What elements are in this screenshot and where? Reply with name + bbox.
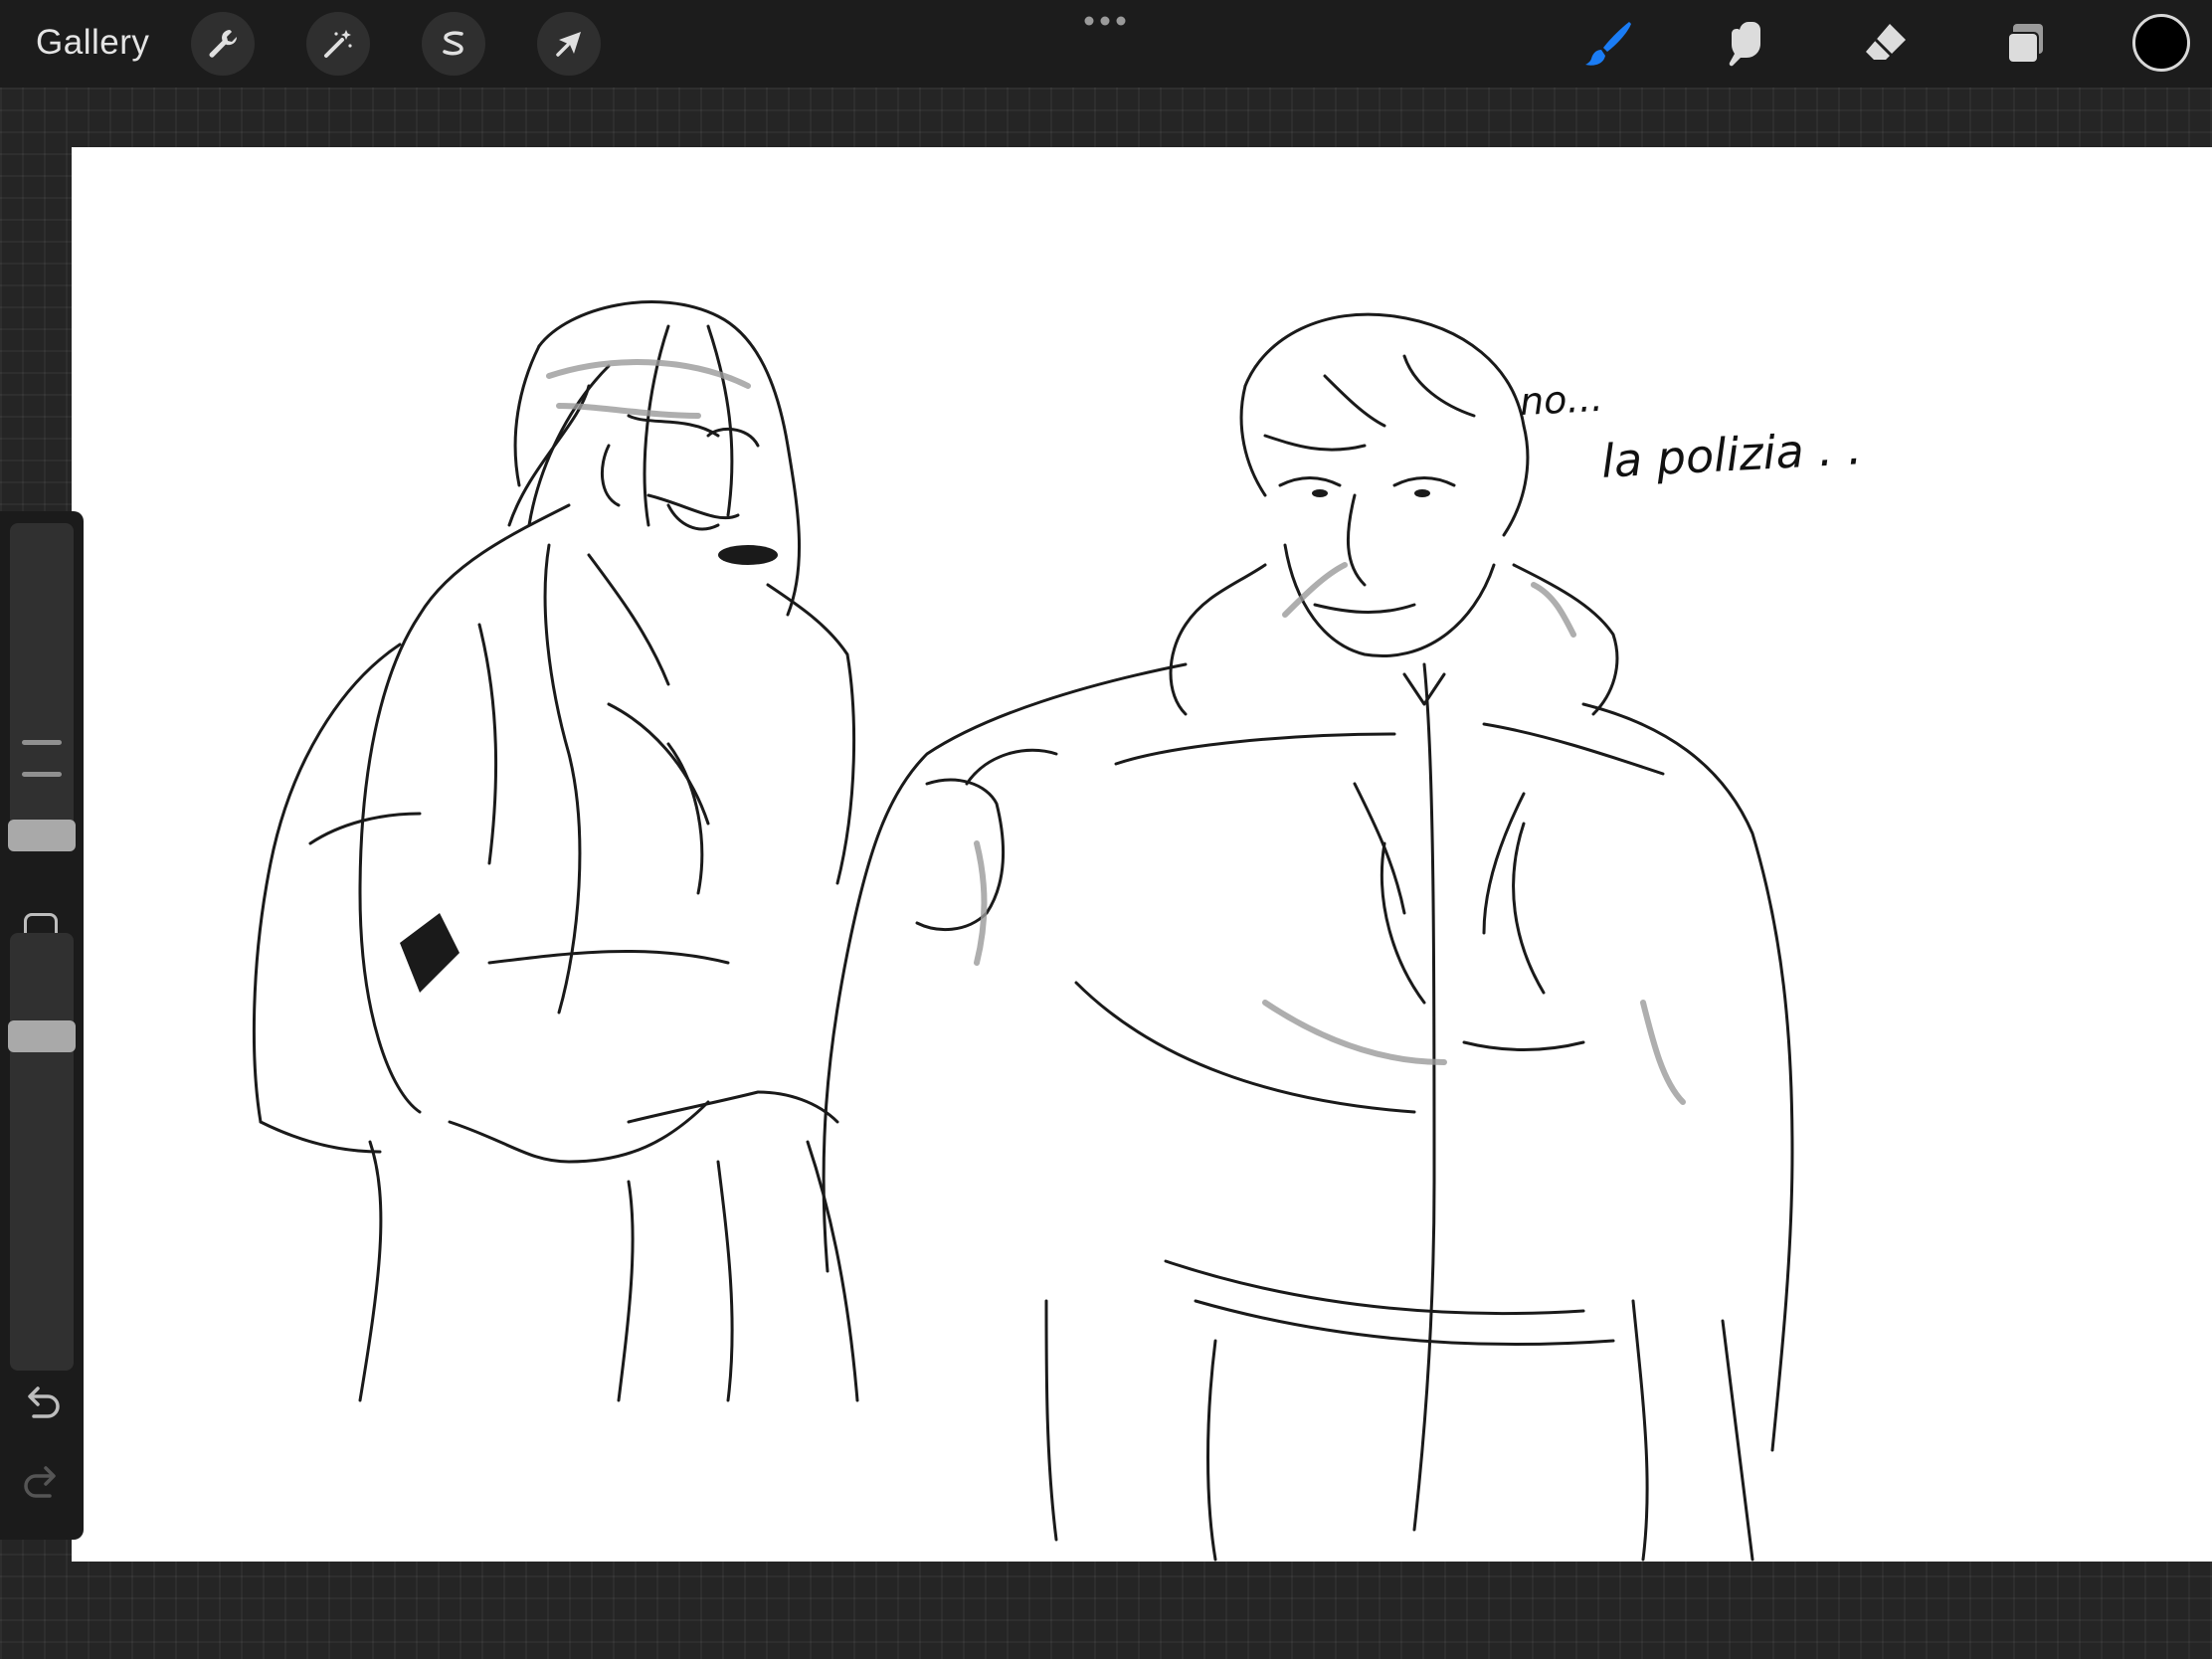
sketch-artwork	[252, 300, 1794, 1562]
brush-size-thumb[interactable]	[8, 820, 76, 851]
transform-button[interactable]	[537, 12, 601, 76]
smudge-tool-button[interactable]	[1717, 14, 1776, 74]
brush-icon	[1585, 22, 1631, 66]
brush-opacity-slider[interactable]	[10, 933, 74, 1371]
eraser-tool-button[interactable]	[1856, 14, 1916, 74]
layers-icon	[2007, 24, 2043, 64]
redo-icon[interactable]	[20, 1462, 64, 1506]
wrench-icon	[209, 30, 238, 58]
brush-opacity-thumb[interactable]	[8, 1020, 76, 1052]
smudge-finger-icon	[1729, 22, 1760, 67]
gallery-button[interactable]: Gallery	[36, 20, 149, 66]
more-options-icon[interactable]	[1082, 14, 1128, 28]
handwritten-text-line-1: no...	[1518, 375, 1604, 425]
adjustments-button[interactable]	[306, 12, 370, 76]
drawing-canvas[interactable]: no... la polizia . .	[72, 147, 2212, 1562]
undo-icon[interactable]	[20, 1382, 64, 1426]
brush-size-slider[interactable]	[10, 523, 74, 843]
color-swatch-button[interactable]	[2132, 14, 2190, 72]
actions-button[interactable]	[191, 12, 255, 76]
selection-s-icon	[443, 31, 463, 56]
brush-tool-button[interactable]	[1579, 14, 1639, 74]
eraser-icon	[1866, 24, 1906, 60]
slider-tick	[22, 740, 62, 745]
arrow-cursor-icon	[556, 32, 581, 57]
layers-button[interactable]	[1995, 14, 2055, 74]
selection-button[interactable]	[422, 12, 485, 76]
slider-tick	[22, 772, 62, 777]
top-toolbar: Gallery	[0, 0, 2212, 88]
brush-sidebar	[0, 511, 84, 1540]
magic-wand-icon	[324, 30, 352, 58]
